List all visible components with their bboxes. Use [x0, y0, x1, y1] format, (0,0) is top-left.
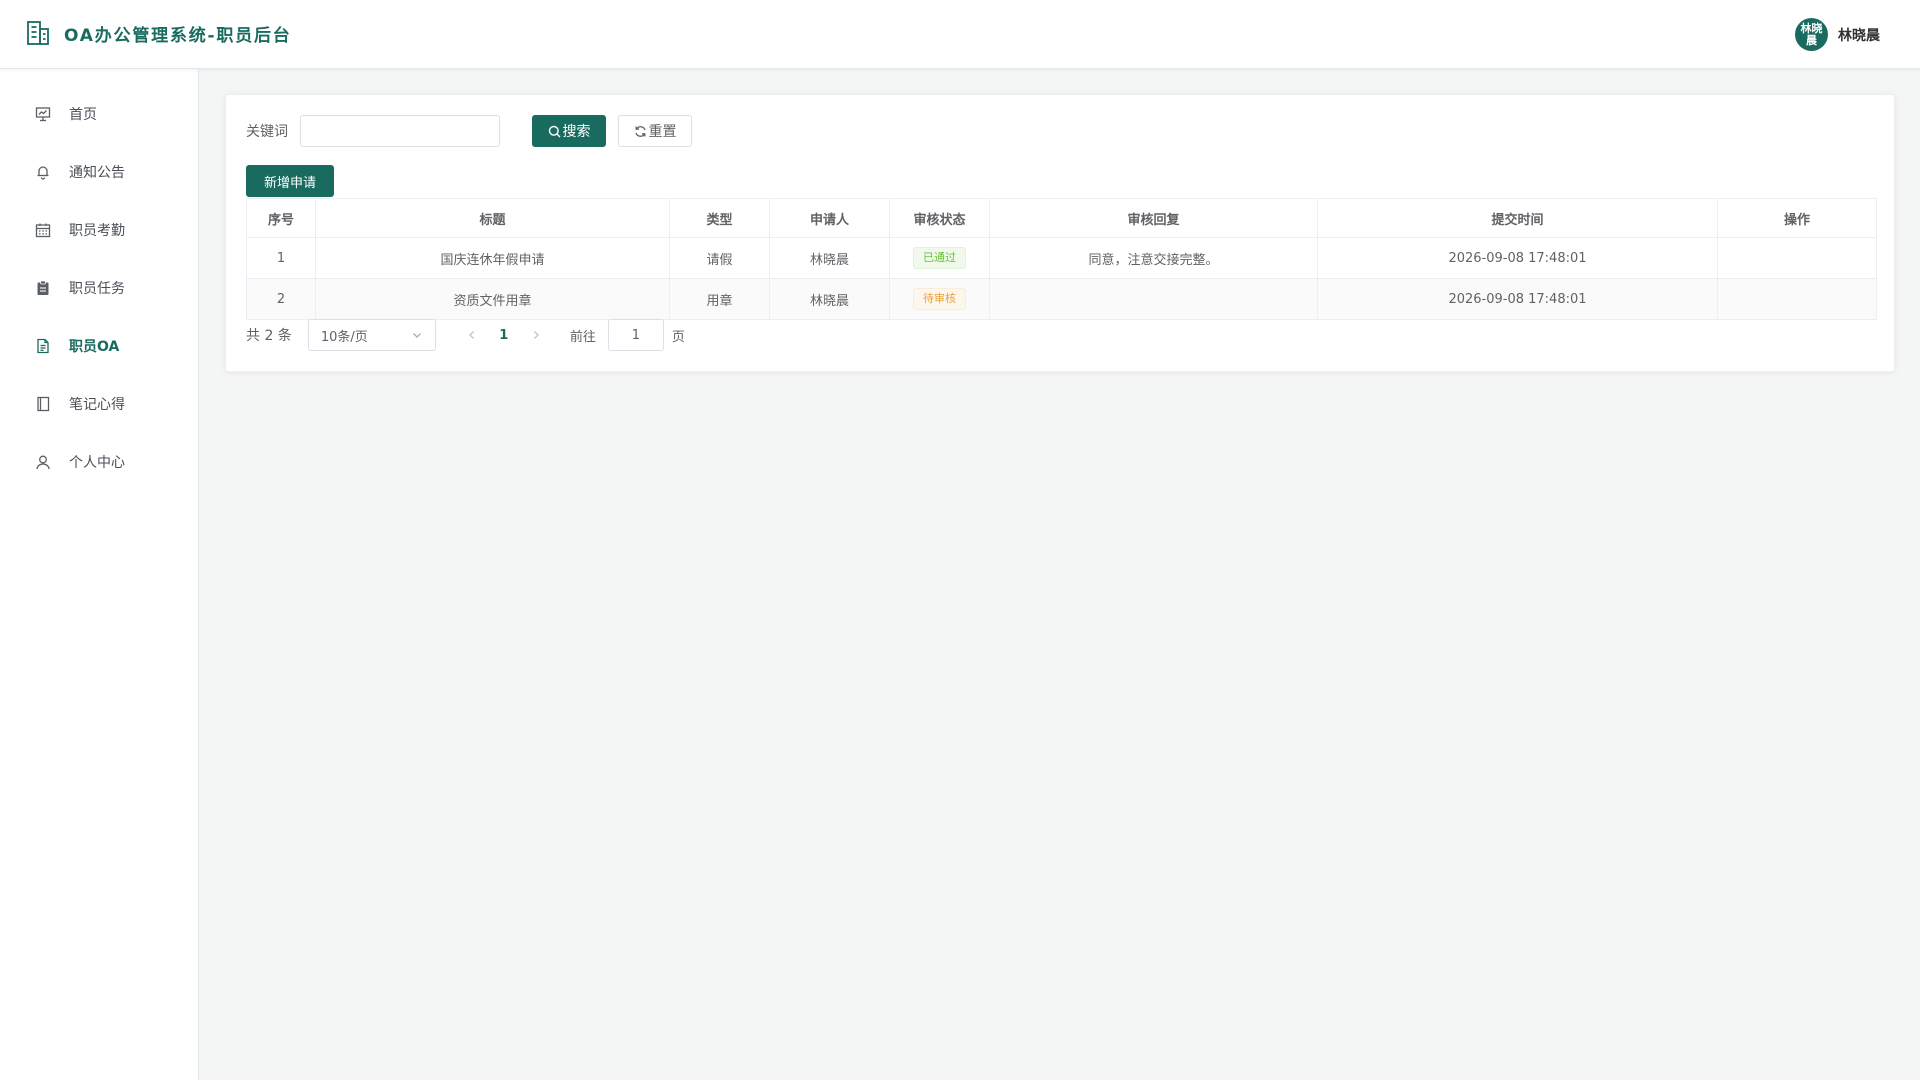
- column-header: 序号: [246, 198, 316, 238]
- username[interactable]: 林晓晨: [1838, 25, 1880, 45]
- cell-submitted: 2026-09-08 17:48:01: [1317, 237, 1718, 279]
- user-menu[interactable]: 林晓晨 林晓晨: [1795, 18, 1880, 51]
- page-size-select[interactable]: 10条/页: [307, 319, 436, 351]
- cell-operations: [1717, 237, 1877, 279]
- notebook-icon: [34, 395, 52, 413]
- sidebar-item-notice[interactable]: 通知公告: [0, 144, 198, 200]
- search-button[interactable]: 搜索: [532, 115, 606, 147]
- goto-label: 前往: [569, 329, 596, 345]
- top-header: OA办公管理系统-职员后台 林晓晨 林晓晨: [0, 0, 1920, 69]
- reset-button-label: 重置: [648, 124, 677, 140]
- cell-applicant: 林晓晨: [769, 278, 890, 320]
- search-button-label: 搜索: [562, 124, 591, 140]
- keyword-label: 关键词: [246, 124, 288, 140]
- sidebar-item-label: 职员任务: [69, 281, 125, 297]
- column-header: 类型: [669, 198, 770, 238]
- sidebar-item-label: 个人中心: [69, 455, 125, 471]
- sidebar-item-tasks[interactable]: 职员任务: [0, 260, 198, 316]
- oa-table: 序号 标题 类型 申请人 审核状态 审核回复 提交时间 操作 1 国庆连休年假申…: [246, 198, 1877, 320]
- page-size-value: 10条/页: [320, 329, 368, 345]
- column-header: 审核回复: [989, 198, 1318, 238]
- user-icon: [34, 453, 52, 471]
- sidebar-item-notes[interactable]: 笔记心得: [0, 376, 198, 432]
- cell-operations: [1717, 278, 1877, 320]
- cell-title: 国庆连休年假申请: [315, 237, 670, 279]
- table-header-row: 序号 标题 类型 申请人 审核状态 审核回复 提交时间 操作: [246, 198, 1877, 238]
- presentation-icon: [34, 105, 52, 123]
- cell-reply: [989, 278, 1318, 320]
- column-header: 申请人: [769, 198, 890, 238]
- bell-icon: [34, 163, 52, 181]
- cell-index: 2: [246, 278, 316, 320]
- total-count: 共 2 条: [246, 328, 292, 344]
- column-header: 审核状态: [889, 198, 990, 238]
- column-header: 标题: [315, 198, 670, 238]
- column-header: 操作: [1717, 198, 1877, 238]
- pagination: 共 2 条 10条/页 1 前往 页: [246, 319, 685, 351]
- keyword-input[interactable]: [300, 115, 500, 147]
- column-header: 提交时间: [1317, 198, 1718, 238]
- cell-title: 资质文件用章: [315, 278, 670, 320]
- sidebar-item-profile[interactable]: 个人中心: [0, 434, 198, 490]
- sidebar-item-label: 通知公告: [69, 165, 125, 181]
- cell-index: 1: [246, 237, 316, 279]
- cell-type: 请假: [669, 237, 770, 279]
- cell-submitted: 2026-09-08 17:48:01: [1317, 278, 1718, 320]
- page-suffix: 页: [671, 329, 685, 345]
- avatar[interactable]: 林晓晨: [1795, 18, 1828, 51]
- refresh-icon: [634, 125, 647, 138]
- next-page-button[interactable]: [522, 321, 550, 349]
- table-row[interactable]: 1 国庆连休年假申请 请假 林晓晨 已通过 同意，注意交接完整。 2026-09…: [246, 237, 1877, 279]
- content-card: 关键词 搜索 重置 新增申请 序号 标题 类型 申请人 审核状态 审核回复 提交…: [225, 94, 1895, 372]
- page-number[interactable]: 1: [486, 321, 522, 349]
- sidebar-item-oa[interactable]: 职员OA: [0, 318, 198, 374]
- chevron-right-icon: [533, 331, 539, 339]
- sidebar-item-label: 职员OA: [69, 339, 120, 355]
- cell-status: 待审核: [889, 278, 990, 320]
- sidebar-item-label: 笔记心得: [69, 397, 125, 413]
- chevron-down-icon: [411, 329, 423, 341]
- clipboard-icon: [34, 279, 52, 297]
- chevron-left-icon: [468, 331, 474, 339]
- cell-reply: 同意，注意交接完整。: [989, 237, 1318, 279]
- status-badge: 待审核: [913, 288, 966, 310]
- reset-button[interactable]: 重置: [618, 115, 692, 147]
- search-bar: 关键词 搜索 重置: [246, 115, 692, 147]
- logo: OA办公管理系统-职员后台: [26, 20, 292, 46]
- building-icon: [26, 20, 50, 46]
- sidebar-item-label: 职员考勤: [69, 223, 125, 239]
- app-title: OA办公管理系统-职员后台: [64, 25, 292, 46]
- cell-applicant: 林晓晨: [769, 237, 890, 279]
- cell-type: 用章: [669, 278, 770, 320]
- cell-status: 已通过: [889, 237, 990, 279]
- search-icon: [548, 125, 561, 138]
- page-jump-input[interactable]: [607, 319, 664, 351]
- status-badge: 已通过: [913, 247, 966, 269]
- add-application-button[interactable]: 新增申请: [246, 165, 334, 197]
- sidebar: 首页 通知公告 职员考勤 职员任务 职员OA 笔记心得 个人中心: [0, 69, 199, 1080]
- document-icon: [34, 337, 52, 355]
- prev-page-button[interactable]: [458, 321, 486, 349]
- table-row[interactable]: 2 资质文件用章 用章 林晓晨 待审核 2026-09-08 17:48:01: [246, 278, 1877, 320]
- sidebar-item-home[interactable]: 首页: [0, 86, 198, 142]
- sidebar-item-attendance[interactable]: 职员考勤: [0, 202, 198, 258]
- calendar-icon: [34, 221, 52, 239]
- sidebar-item-label: 首页: [69, 107, 97, 123]
